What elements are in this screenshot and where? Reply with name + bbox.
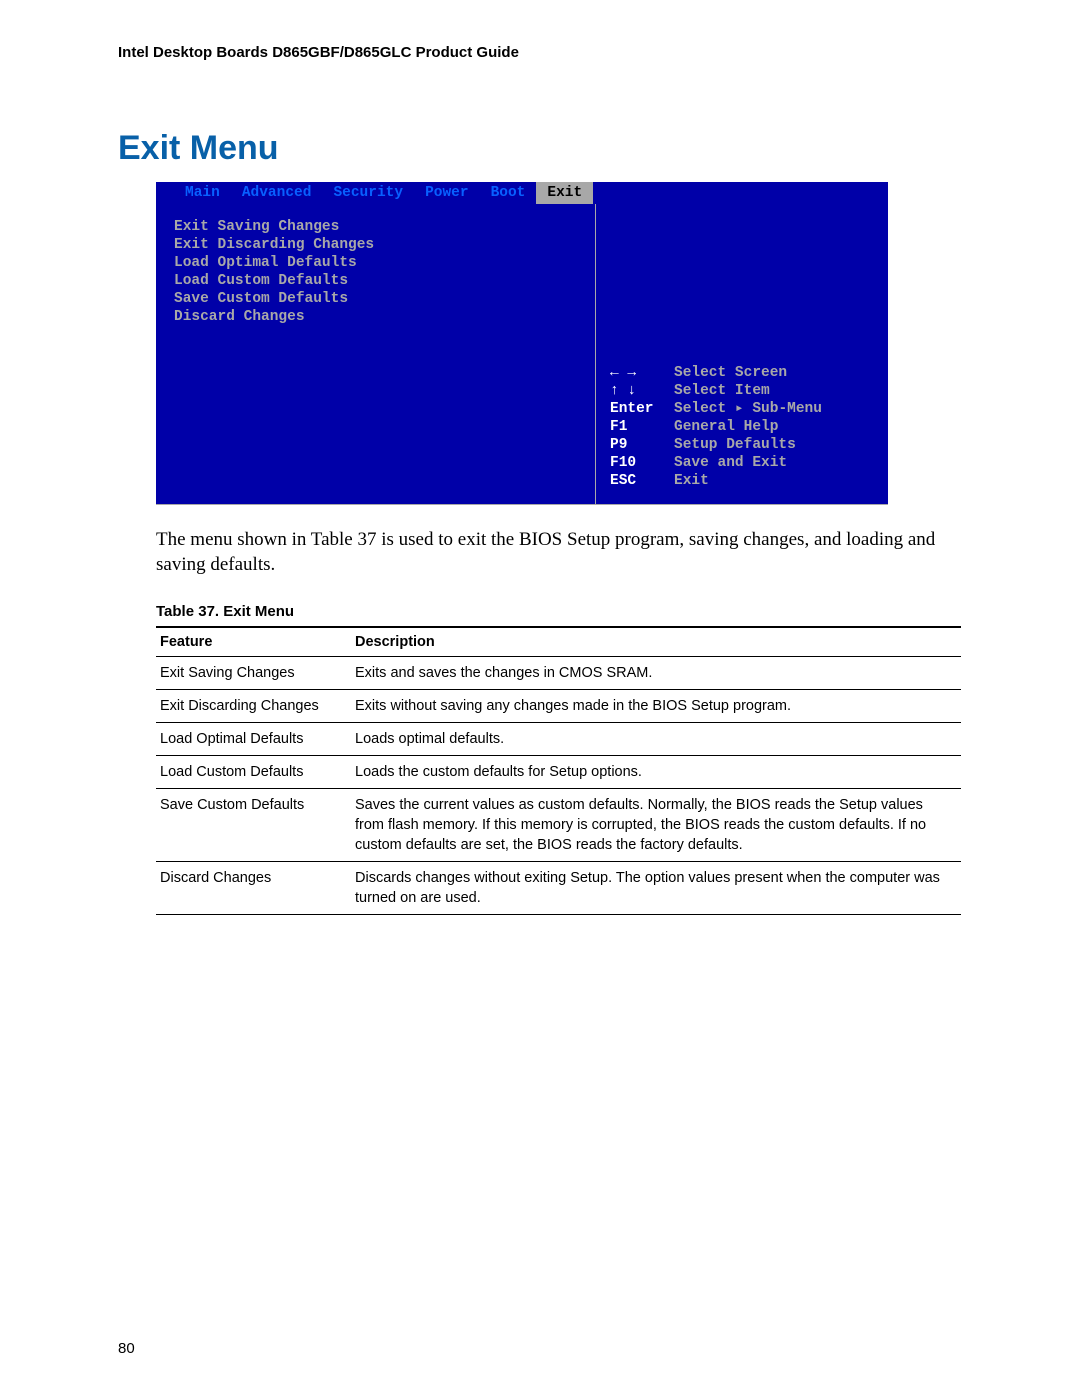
cell-feature: Discard Changes <box>156 862 351 915</box>
cell-desc: Loads optimal defaults. <box>351 723 961 756</box>
help-row: ← → Select Screen <box>610 364 878 382</box>
table-row: Load Custom Defaults Loads the custom de… <box>156 756 961 789</box>
table-row: Discard Changes Discards changes without… <box>156 862 961 915</box>
table-row: Load Optimal Defaults Loads optimal defa… <box>156 723 961 756</box>
cell-desc: Exits without saving any changes made in… <box>351 690 961 723</box>
bios-menu-pane: Exit Saving Changes Exit Discarding Chan… <box>156 204 596 504</box>
help-row: F10 Save and Exit <box>610 454 878 472</box>
help-label: General Help <box>674 418 778 436</box>
bios-item-exit-discarding[interactable]: Exit Discarding Changes <box>174 236 595 254</box>
help-row: F1 General Help <box>610 418 878 436</box>
bios-item-discard-changes[interactable]: Discard Changes <box>174 308 595 326</box>
page-number: 80 <box>118 1340 135 1357</box>
th-description: Description <box>351 627 961 657</box>
bios-item-exit-saving[interactable]: Exit Saving Changes <box>174 218 595 236</box>
bios-tab-boot[interactable]: Boot <box>480 182 537 204</box>
help-label: Exit <box>674 472 709 490</box>
bios-tab-bar: Main Advanced Security Power Boot Exit <box>156 182 888 204</box>
help-key-f10: F10 <box>610 454 674 472</box>
bios-tab-main[interactable]: Main <box>174 182 231 204</box>
help-key-arrows-ud: ↑ ↓ <box>610 382 674 400</box>
help-label: Setup Defaults <box>674 436 796 454</box>
cell-feature: Exit Saving Changes <box>156 657 351 690</box>
help-key-arrows-lr: ← → <box>610 364 674 382</box>
bios-item-save-custom[interactable]: Save Custom Defaults <box>174 290 595 308</box>
bios-item-load-custom[interactable]: Load Custom Defaults <box>174 272 595 290</box>
bios-item-load-optimal[interactable]: Load Optimal Defaults <box>174 254 595 272</box>
help-row: P9 Setup Defaults <box>610 436 878 454</box>
bios-help-pane: ← → Select Screen ↑ ↓ Select Item Enter … <box>596 204 888 504</box>
section-title: Exit Menu <box>118 129 970 168</box>
table-row: Exit Discarding Changes Exits without sa… <box>156 690 961 723</box>
help-key-p9: P9 <box>610 436 674 454</box>
table-header-row: Feature Description <box>156 627 961 657</box>
help-label: Select Screen <box>674 364 787 382</box>
help-label: Select ▸ Sub-Menu <box>674 400 822 418</box>
help-label: Save and Exit <box>674 454 787 472</box>
bios-tab-power[interactable]: Power <box>414 182 480 204</box>
help-label: Select Item <box>674 382 770 400</box>
bios-footer-divider <box>156 504 888 505</box>
help-key-esc: ESC <box>610 472 674 490</box>
table-title: Table 37. Exit Menu <box>156 603 970 620</box>
cell-feature: Load Custom Defaults <box>156 756 351 789</box>
cell-feature: Save Custom Defaults <box>156 789 351 862</box>
help-key-enter: Enter <box>610 400 674 418</box>
table-row: Save Custom Defaults Saves the current v… <box>156 789 961 862</box>
help-row: ↑ ↓ Select Item <box>610 382 878 400</box>
exit-menu-table: Feature Description Exit Saving Changes … <box>156 626 961 915</box>
cell-desc: Saves the current values as custom defau… <box>351 789 961 862</box>
bios-tab-security[interactable]: Security <box>322 182 414 204</box>
cell-desc: Loads the custom defaults for Setup opti… <box>351 756 961 789</box>
cell-desc: Exits and saves the changes in CMOS SRAM… <box>351 657 961 690</box>
th-feature: Feature <box>156 627 351 657</box>
caption-paragraph: The menu shown in Table 37 is used to ex… <box>156 527 970 577</box>
document-header: Intel Desktop Boards D865GBF/D865GLC Pro… <box>118 44 970 61</box>
bios-screen: Main Advanced Security Power Boot Exit E… <box>156 182 888 505</box>
table-row: Exit Saving Changes Exits and saves the … <box>156 657 961 690</box>
help-row: Enter Select ▸ Sub-Menu <box>610 400 878 418</box>
help-row: ESC Exit <box>610 472 878 490</box>
cell-feature: Exit Discarding Changes <box>156 690 351 723</box>
cell-feature: Load Optimal Defaults <box>156 723 351 756</box>
cell-desc: Discards changes without exiting Setup. … <box>351 862 961 915</box>
bios-tab-exit[interactable]: Exit <box>536 182 593 204</box>
bios-tab-advanced[interactable]: Advanced <box>231 182 323 204</box>
help-key-f1: F1 <box>610 418 674 436</box>
